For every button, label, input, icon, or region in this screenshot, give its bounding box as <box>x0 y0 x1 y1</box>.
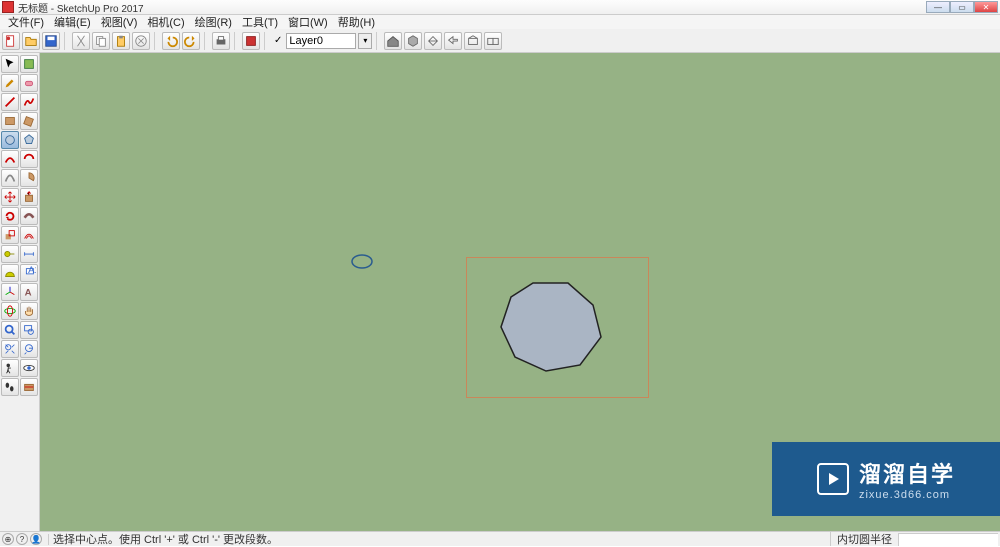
window-title: 无标题 - SketchUp Pro 2017 <box>18 0 926 15</box>
toolbar-separator <box>154 32 158 50</box>
maximize-button[interactable]: ▭ <box>950 1 974 13</box>
dimension-tool[interactable] <box>20 245 38 263</box>
polygon-tool[interactable] <box>20 131 38 149</box>
geo-icon[interactable]: ⊕ <box>2 533 14 545</box>
save-button[interactable] <box>42 32 60 50</box>
paste-button[interactable] <box>112 32 130 50</box>
warehouse-button[interactable] <box>384 32 402 50</box>
layer-select[interactable]: Layer0 <box>286 33 356 49</box>
line-tool[interactable] <box>1 93 19 111</box>
status-bar: ⊕ ? 👤 选择中心点。使用 Ctrl '+' 或 Ctrl '-' 更改段数。… <box>0 531 1000 546</box>
copy-button[interactable] <box>92 32 110 50</box>
watermark: 溜溜自学 zixue.3d66.com <box>772 442 1000 516</box>
look-around-tool[interactable] <box>20 359 38 377</box>
svg-text:A1: A1 <box>28 266 36 276</box>
toolbar-separator <box>64 32 68 50</box>
work-area: A1 A 溜溜自学 zixue.3d66.com <box>0 53 1000 531</box>
pie-tool[interactable] <box>20 169 38 187</box>
3pt-arc-tool[interactable] <box>1 169 19 187</box>
position-camera-tool[interactable] <box>1 359 19 377</box>
toolbar-separator <box>264 32 268 50</box>
measurement-label: 内切圆半径 <box>830 532 898 546</box>
polygon-shape[interactable] <box>498 281 603 373</box>
previous-view-tool[interactable] <box>20 340 38 358</box>
component-tool[interactable] <box>20 55 38 73</box>
menu-view[interactable]: 视图(V) <box>97 14 142 30</box>
text-tool[interactable]: A1 <box>20 264 38 282</box>
toolbar-separator <box>376 32 380 50</box>
layer-check-icon: ✓ <box>274 35 282 46</box>
3dtext-tool[interactable]: A <box>20 283 38 301</box>
menu-draw[interactable]: 绘图(R) <box>191 14 236 30</box>
main-toolbar: ✓ Layer0 ▾ <box>0 29 1000 53</box>
toolbar-separator <box>234 32 238 50</box>
viewport[interactable]: 溜溜自学 zixue.3d66.com <box>40 53 1000 531</box>
tool-palette: A1 A <box>0 53 40 531</box>
layer-value: Layer0 <box>289 35 323 47</box>
component-button[interactable] <box>404 32 422 50</box>
menu-window[interactable]: 窗口(W) <box>284 14 332 30</box>
scene-prev-button[interactable] <box>444 32 462 50</box>
layer-dropdown-button[interactable]: ▾ <box>358 33 372 49</box>
menu-edit[interactable]: 编辑(E) <box>50 14 95 30</box>
svg-text:A: A <box>25 288 32 299</box>
menu-help[interactable]: 帮助(H) <box>334 14 379 30</box>
move-tool[interactable] <box>1 188 19 206</box>
scene-next-button[interactable] <box>484 32 502 50</box>
menu-bar: 文件(F) 编辑(E) 视图(V) 相机(C) 绘图(R) 工具(T) 窗口(W… <box>0 15 1000 29</box>
axes-tool[interactable] <box>1 283 19 301</box>
menu-tools[interactable]: 工具(T) <box>238 14 282 30</box>
orbit-tool[interactable] <box>1 302 19 320</box>
model-info-button[interactable] <box>242 32 260 50</box>
tape-tool[interactable] <box>1 245 19 263</box>
extension-button[interactable] <box>424 32 442 50</box>
followme-tool[interactable] <box>20 207 38 225</box>
scale-tool[interactable] <box>1 226 19 244</box>
protractor-tool[interactable] <box>1 264 19 282</box>
close-button[interactable]: ✕ <box>974 1 998 13</box>
rectangle-tool[interactable] <box>1 112 19 130</box>
status-separator <box>48 534 49 545</box>
eraser-tool[interactable] <box>20 74 38 92</box>
select-tool[interactable] <box>1 55 19 73</box>
menu-camera[interactable]: 相机(C) <box>143 14 188 30</box>
play-icon <box>817 463 849 495</box>
undo-button[interactable] <box>162 32 180 50</box>
menu-file[interactable]: 文件(F) <box>4 14 48 30</box>
section-tool[interactable] <box>20 378 38 396</box>
zoom-window-tool[interactable] <box>20 321 38 339</box>
pan-tool[interactable] <box>20 302 38 320</box>
open-file-button[interactable] <box>22 32 40 50</box>
arc-tool[interactable] <box>1 150 19 168</box>
cut-button[interactable] <box>72 32 90 50</box>
app-icon <box>2 1 14 13</box>
minimize-button[interactable]: — <box>926 1 950 13</box>
user-icon[interactable]: 👤 <box>30 533 42 545</box>
walk-tool[interactable] <box>1 378 19 396</box>
redo-button[interactable] <box>182 32 200 50</box>
cursor-circle-preview <box>351 254 373 269</box>
circle-tool[interactable] <box>1 131 19 149</box>
scene-button[interactable] <box>464 32 482 50</box>
watermark-url: zixue.3d66.com <box>859 489 955 501</box>
zoom-extents-tool[interactable] <box>1 340 19 358</box>
zoom-tool[interactable] <box>1 321 19 339</box>
pushpull-tool[interactable] <box>20 188 38 206</box>
2pt-arc-tool[interactable] <box>20 150 38 168</box>
freehand-tool[interactable] <box>20 93 38 111</box>
measurement-input[interactable] <box>898 533 998 546</box>
window-controls: — ▭ ✕ <box>926 1 998 13</box>
offset-tool[interactable] <box>20 226 38 244</box>
delete-button[interactable] <box>132 32 150 50</box>
rotate-tool[interactable] <box>1 207 19 225</box>
info-icon[interactable]: ? <box>16 533 28 545</box>
watermark-title: 溜溜自学 <box>859 457 955 489</box>
new-file-button[interactable] <box>2 32 20 50</box>
print-button[interactable] <box>212 32 230 50</box>
toolbar-separator <box>204 32 208 50</box>
title-bar: 无标题 - SketchUp Pro 2017 — ▭ ✕ <box>0 0 1000 15</box>
status-hint: 选择中心点。使用 Ctrl '+' 或 Ctrl '-' 更改段数。 <box>53 531 278 547</box>
paint-tool[interactable] <box>1 74 19 92</box>
rotated-rect-tool[interactable] <box>20 112 38 130</box>
